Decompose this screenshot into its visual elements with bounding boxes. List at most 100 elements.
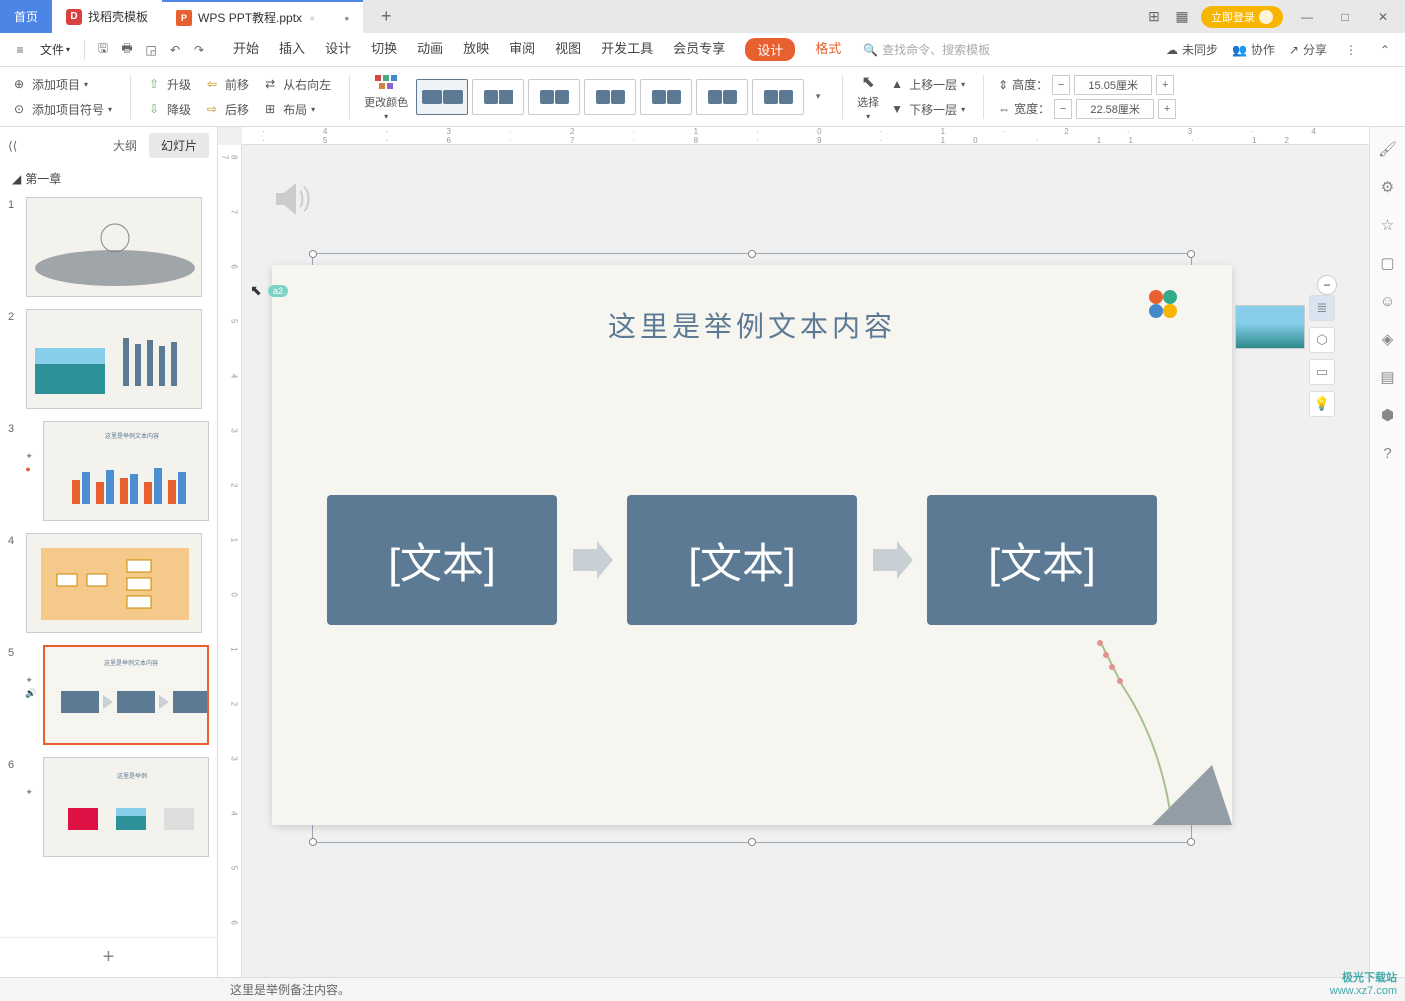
brush-icon[interactable]: 🖌: [1378, 139, 1398, 159]
menu-slideshow[interactable]: 放映: [463, 38, 489, 61]
tab-templates[interactable]: D 找稻壳模板: [52, 0, 162, 33]
menu-review[interactable]: 审阅: [509, 38, 535, 61]
idea-tool-icon[interactable]: 💡: [1309, 391, 1335, 417]
height-input[interactable]: 15.05厘米: [1074, 75, 1152, 95]
gallery-more-icon[interactable]: ▾: [808, 87, 828, 107]
preview-icon[interactable]: ◲: [141, 40, 161, 60]
flow-box-2[interactable]: [文本]: [627, 495, 857, 625]
height-plus[interactable]: +: [1156, 75, 1174, 95]
thumb-5[interactable]: 这里是举例文本内容: [43, 645, 209, 745]
inserted-image[interactable]: [1235, 305, 1305, 349]
sliders-icon[interactable]: ⚙: [1378, 177, 1398, 197]
menu-design[interactable]: 设计: [325, 38, 351, 61]
width-plus[interactable]: +: [1158, 99, 1176, 119]
share-button[interactable]: ↗分享: [1289, 41, 1327, 58]
cube-icon[interactable]: ⬢: [1378, 405, 1398, 425]
layout-grid-icon[interactable]: ⊞: [1145, 8, 1163, 26]
menu-design-pill[interactable]: 设计: [745, 38, 795, 61]
select-button[interactable]: ⬉ 选择▾: [857, 72, 879, 121]
smartart-style-5[interactable]: [640, 79, 692, 115]
smartart-style-2[interactable]: [472, 79, 524, 115]
slide-title[interactable]: 这里是举例文本内容: [272, 305, 1232, 345]
people-icon: 👥: [1232, 43, 1247, 57]
slides-tab[interactable]: 幻灯片: [149, 133, 209, 158]
move-up-button[interactable]: ▲上移一层▾: [887, 74, 969, 95]
close-button[interactable]: ✕: [1369, 7, 1397, 27]
search-input[interactable]: 🔍 查找命令、搜索模板: [863, 41, 990, 58]
height-minus[interactable]: −: [1052, 75, 1070, 95]
smartart-style-4[interactable]: [584, 79, 636, 115]
canvas[interactable]: ⬉ a2 这里是举例文本内容 [文本]: [242, 145, 1345, 977]
minimize-button[interactable]: —: [1293, 7, 1321, 27]
outline-tab[interactable]: 大纲: [101, 133, 149, 158]
shape-tool-icon[interactable]: ⬡: [1309, 327, 1335, 353]
apps-icon[interactable]: ▦: [1173, 8, 1191, 26]
tab-add-button[interactable]: +: [371, 2, 401, 32]
width-icon: ⇔: [998, 102, 1010, 116]
add-slide-button[interactable]: +: [0, 937, 217, 977]
layout-button[interactable]: ⊞布局▾: [261, 99, 335, 120]
unsync-button[interactable]: ☁未同步: [1166, 41, 1218, 58]
file-menu[interactable]: 文件▾: [40, 41, 70, 58]
menu-transition[interactable]: 切换: [371, 38, 397, 61]
help-icon[interactable]: ?: [1378, 443, 1398, 463]
smartart-style-3[interactable]: [528, 79, 580, 115]
promote-button[interactable]: ⇧升级: [145, 74, 195, 95]
diamond-icon[interactable]: ◈: [1378, 329, 1398, 349]
menu-insert[interactable]: 插入: [279, 38, 305, 61]
menu-member[interactable]: 会员专享: [673, 38, 725, 61]
star-icon[interactable]: ☆: [1378, 215, 1398, 235]
book-icon[interactable]: ▤: [1378, 367, 1398, 387]
print-icon[interactable]: 🖶: [117, 40, 137, 60]
thumb-4[interactable]: [26, 533, 202, 633]
smartart-style-7[interactable]: [752, 79, 804, 115]
menu-icon[interactable]: ≡: [10, 40, 30, 60]
width-input[interactable]: 22.58厘米: [1076, 99, 1154, 119]
section-header[interactable]: ◢第一章: [0, 164, 217, 193]
comment-marker[interactable]: a2: [268, 285, 288, 297]
thumb-6[interactable]: 这里是举例: [43, 757, 209, 857]
flow-box-1[interactable]: [文本]: [327, 495, 557, 625]
change-color-button[interactable]: 更改颜色▾: [364, 72, 408, 121]
add-bullet-button[interactable]: ⊙添加项目符号▾: [10, 99, 116, 120]
redo-icon[interactable]: ↷: [189, 40, 209, 60]
slide-canvas[interactable]: 这里是举例文本内容 [文本] [文本] [文本]: [272, 265, 1232, 825]
thumb-1[interactable]: [26, 197, 202, 297]
rtl-button[interactable]: ⇄从右向左: [261, 74, 335, 95]
smartart-style-6[interactable]: [696, 79, 748, 115]
menu-animation[interactable]: 动画: [417, 38, 443, 61]
tab-close-icon[interactable]: •: [344, 10, 349, 26]
notes-text[interactable]: 这里是举例备注内容。: [230, 981, 350, 998]
menu-start[interactable]: 开始: [233, 38, 259, 61]
menu-format[interactable]: 格式: [815, 38, 841, 61]
undo-icon[interactable]: ↶: [165, 40, 185, 60]
menu-view[interactable]: 视图: [555, 38, 581, 61]
screen-icon[interactable]: ▢: [1378, 253, 1398, 273]
zoom-out-button[interactable]: −: [1317, 275, 1337, 295]
rect-tool-icon[interactable]: ▭: [1309, 359, 1335, 385]
tab-home[interactable]: 首页: [0, 0, 52, 33]
expand-icon[interactable]: ⌃: [1375, 40, 1395, 60]
demote-button[interactable]: ⇩降级: [145, 99, 195, 120]
move-before-button[interactable]: ⇦前移: [203, 74, 253, 95]
collapse-panel-icon[interactable]: ⟨⟨: [8, 139, 17, 153]
collab-button[interactable]: 👥协作: [1232, 41, 1275, 58]
login-button[interactable]: 立即登录: [1201, 6, 1283, 28]
tab-menu-icon[interactable]: ▫: [310, 11, 314, 25]
smartart-style-1[interactable]: [416, 79, 468, 115]
editor-area: · 12 · 11 · 10 · 9 · 8 · 7 · 6 · 5 · 4 ·…: [218, 127, 1369, 977]
maximize-button[interactable]: □: [1331, 7, 1359, 27]
audio-icon[interactable]: [270, 175, 318, 223]
tab-file[interactable]: P WPS PPT教程.pptx ▫ •: [162, 0, 363, 33]
move-after-button[interactable]: ⇨后移: [203, 99, 253, 120]
more-icon[interactable]: ⋮: [1341, 40, 1361, 60]
move-down-button[interactable]: ▼下移一层▾: [887, 99, 969, 120]
face-icon[interactable]: ☺: [1378, 291, 1398, 311]
menu-devtools[interactable]: 开发工具: [601, 38, 653, 61]
layers-tool-icon[interactable]: ≣: [1309, 295, 1335, 321]
width-minus[interactable]: −: [1054, 99, 1072, 119]
save-icon[interactable]: 🖫: [93, 40, 113, 60]
thumb-3[interactable]: 这里是举例文本内容: [43, 421, 209, 521]
add-item-button[interactable]: ⊕添加项目▾: [10, 74, 116, 95]
thumb-2[interactable]: [26, 309, 202, 409]
